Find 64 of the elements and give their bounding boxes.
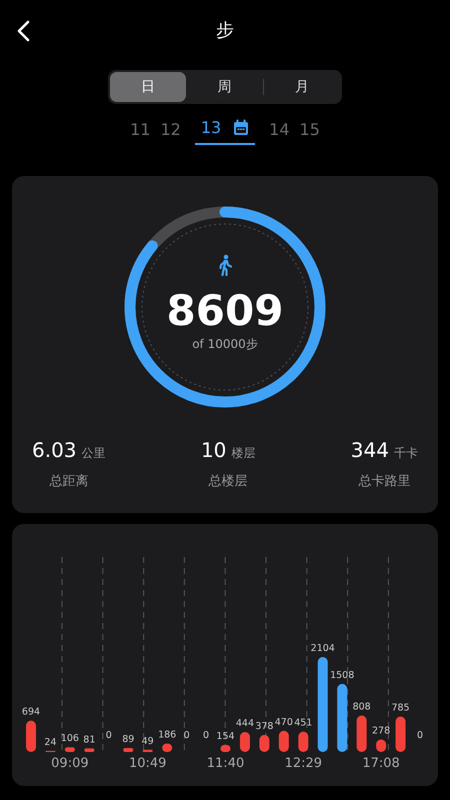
- bar-value-label: 694: [22, 706, 40, 718]
- bar-value-label: 186: [158, 730, 176, 741]
- bar: [298, 732, 308, 752]
- stat-value: 6.03: [32, 438, 77, 462]
- stat-label: 总卡路里: [358, 473, 410, 490]
- bar: [356, 716, 367, 752]
- time-label: 09:09: [51, 756, 89, 771]
- time-label: 12:29: [284, 756, 322, 771]
- time-label: 17:08: [362, 756, 400, 771]
- stat-value: 344: [350, 438, 389, 462]
- bar-value-label: 451: [294, 718, 312, 729]
- bar: [278, 730, 289, 752]
- bar-value-label: 470: [274, 716, 293, 728]
- time-label: 11:40: [206, 756, 244, 771]
- stat-unit: 楼层: [231, 445, 256, 462]
- bar: [123, 748, 134, 752]
- bar: [259, 734, 270, 752]
- bar-value-label: 49: [142, 736, 154, 747]
- step-count: 8609: [166, 288, 284, 334]
- date-tab[interactable]: 14: [269, 120, 290, 138]
- bar: [240, 732, 250, 752]
- bar-value-label: 89: [122, 734, 134, 745]
- back-icon[interactable]: [16, 20, 30, 42]
- date-tab[interactable]: 11: [130, 120, 150, 138]
- bar-value-label: 0: [184, 730, 190, 741]
- stat-unit: 千卡: [394, 445, 418, 462]
- bar-value-label: 0: [106, 730, 112, 741]
- period-tab[interactable]: 周: [186, 72, 263, 102]
- bar-value-label: 785: [391, 702, 410, 714]
- stat-label: 总距离: [49, 473, 88, 490]
- bar-value-label: 24: [44, 736, 56, 748]
- bar: [220, 745, 230, 752]
- stat-label: 总楼层: [208, 473, 248, 490]
- stat-unit: 公里: [82, 445, 106, 462]
- bar-value-label: 1508: [330, 670, 354, 681]
- bar-value-label: 106: [60, 733, 79, 744]
- walking-icon: [218, 254, 232, 276]
- calendar-icon[interactable]: [233, 118, 250, 136]
- bar: [64, 747, 75, 752]
- page-title: 步: [216, 19, 234, 42]
- bar-value-label: 0: [416, 730, 424, 741]
- bar: [162, 744, 172, 752]
- date-tab[interactable]: 12: [160, 120, 181, 138]
- selected-date-tab[interactable]: 13: [194, 114, 256, 144]
- bar-value-label: 154: [216, 731, 235, 742]
- bar: [26, 720, 36, 752]
- bar: [337, 684, 348, 752]
- period-tab[interactable]: 日: [110, 72, 186, 102]
- bar-value-label: 444: [236, 718, 254, 729]
- stat-value: 10: [200, 438, 226, 462]
- time-label: 10:49: [128, 756, 166, 771]
- bar-value-label: 378: [255, 720, 274, 732]
- bar: [396, 716, 406, 752]
- step-goal: of 10000步: [192, 336, 258, 354]
- bar: [376, 739, 386, 752]
- bar-value-label: 81: [83, 734, 96, 746]
- bar-value-label: 2104: [310, 643, 335, 654]
- bar-value-label: 278: [372, 725, 390, 736]
- bar: [142, 750, 153, 752]
- period-tab[interactable]: 月: [264, 72, 340, 102]
- date-tab[interactable]: 15: [300, 120, 320, 138]
- bar-value-label: 808: [352, 702, 371, 713]
- bar-value-label: 0: [203, 730, 210, 741]
- bar: [84, 748, 94, 752]
